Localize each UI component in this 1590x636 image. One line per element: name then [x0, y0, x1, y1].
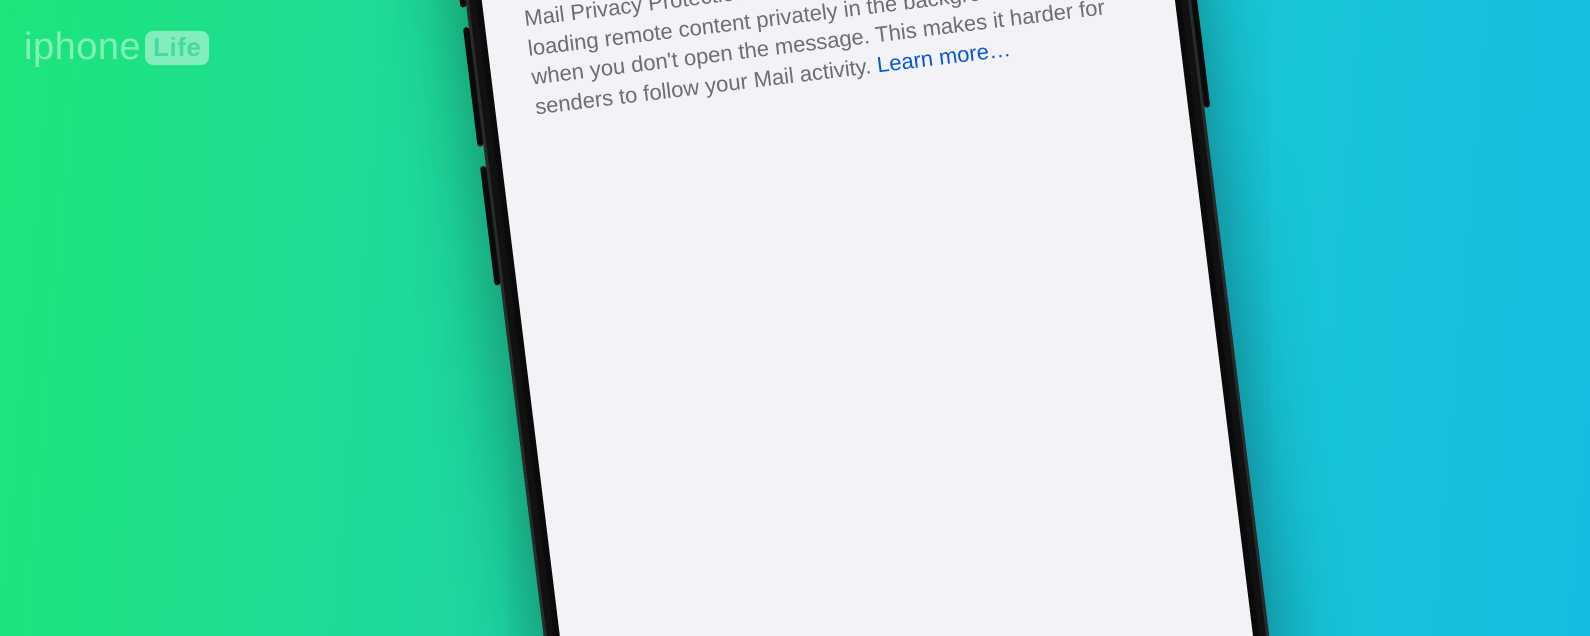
watermark-badge-life: Life	[145, 31, 209, 65]
watermark-text-iphone: iPhone	[24, 26, 141, 69]
settings-content: Protect Mail Activity Mail Privacy Prote…	[470, 0, 1181, 127]
phone-mockup: 9:07	[429, 0, 1322, 636]
phone-power-button	[1184, 0, 1211, 108]
phone-volume-down	[480, 166, 501, 286]
phone-screen: 9:07	[447, 0, 1304, 636]
hero-image: iPhone Life 9:07	[0, 0, 1590, 636]
description-text: Mail Privacy Protection works by hiding …	[523, 0, 1106, 119]
phone-frame: 9:07	[429, 0, 1322, 636]
watermark-logo: iPhone Life	[24, 26, 209, 69]
phone-volume-up	[463, 27, 484, 147]
setting-description: Mail Privacy Protection works by hiding …	[497, 0, 1164, 125]
phone-side-button	[452, 0, 466, 8]
